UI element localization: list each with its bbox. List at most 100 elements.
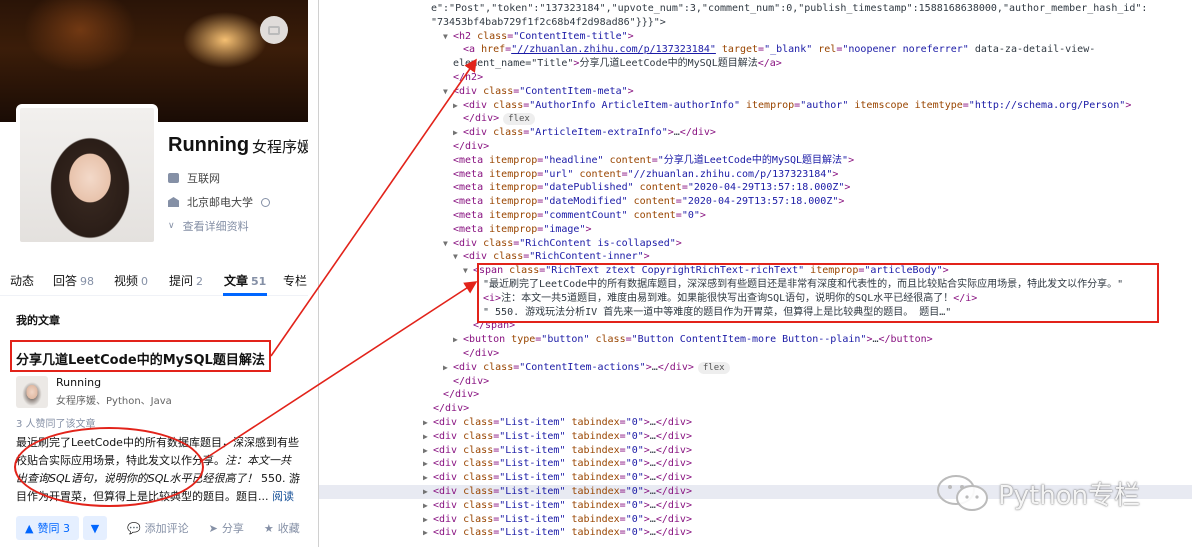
expand-right-icon[interactable]: ▶ — [423, 526, 433, 540]
upvote-button[interactable]: ▲ 赞同 3 — [16, 516, 79, 540]
read-more-link[interactable]: 阅读 — [272, 490, 294, 503]
camera-icon[interactable] — [260, 16, 288, 44]
school-icon — [168, 197, 179, 207]
dom-node-line[interactable]: <meta itemprop="headline" content="分享几道L… — [319, 154, 1192, 168]
upvote-label: 赞同 3 — [37, 522, 70, 535]
industry-label: 互联网 — [187, 172, 220, 185]
tab-label: 文章 — [224, 274, 249, 288]
industry-line: 互联网 — [168, 170, 220, 186]
expand-right-icon[interactable]: ▶ — [423, 471, 433, 485]
expand-right-icon[interactable]: ▶ — [423, 513, 433, 527]
expand-right-icon[interactable]: ▶ — [423, 485, 433, 499]
profile-name: Running — [168, 134, 250, 156]
expand-right-icon[interactable]: ▶ — [423, 457, 433, 471]
share-label: 分享 — [221, 522, 244, 535]
expand-down-icon[interactable]: ▼ — [443, 30, 453, 44]
share-icon: ➤ — [208, 521, 218, 535]
excerpt-text: 550. 游 — [257, 472, 301, 485]
expand-right-icon[interactable]: ▶ — [453, 333, 463, 347]
share-button[interactable]: ➤ 分享 — [209, 520, 244, 536]
female-icon — [261, 197, 270, 207]
expand-down-icon[interactable]: ▼ — [443, 237, 453, 251]
expand-right-icon[interactable]: ▶ — [423, 499, 433, 513]
devtools-elements-panel: e":"Post","token":"137323184","upvote_nu… — [318, 0, 1192, 547]
expand-right-icon[interactable]: ▶ — [423, 430, 433, 444]
expand-right-icon[interactable]: ▶ — [423, 444, 433, 458]
comment-button[interactable]: 💬 添加评论 — [127, 520, 189, 536]
expand-right-icon[interactable]: ▶ — [453, 126, 463, 140]
dom-node-line[interactable]: ▼ <h2 class="ContentItem-title"> — [319, 30, 1192, 44]
watermark-text: Python专栏 — [998, 480, 1141, 511]
dom-node-line[interactable]: ▼ <div class="ContentItem-meta"> — [319, 85, 1192, 99]
dom-node-line[interactable]: <meta itemprop="url" content="//zhuanlan… — [319, 168, 1192, 182]
profile-tabs: 动态 回答 98 视频 0 提问 2 文章 51 专栏 — [0, 262, 308, 296]
flex-badge[interactable]: flex — [503, 113, 535, 126]
author-name[interactable]: Running — [56, 376, 101, 389]
dom-node-line[interactable]: "73453bf4bab729f1f2c68b4f2d98ad86"}}}"> — [319, 16, 1192, 30]
dom-node-line[interactable]: <meta itemprop="image"> — [319, 223, 1192, 237]
dom-node-line[interactable]: </div> — [319, 375, 1192, 389]
active-tab-indicator — [223, 293, 267, 296]
tab-videos[interactable]: 视频 0 — [114, 272, 148, 289]
education-line: 北京邮电大学 — [168, 194, 270, 210]
view-detail-link[interactable]: ∨ 查看详细资料 — [168, 218, 249, 234]
dom-node-line[interactable]: </div> — [319, 402, 1192, 416]
watermark: Python专栏 — [936, 474, 1140, 512]
dom-node-line[interactable]: </div> flex — [319, 112, 1192, 126]
expand-right-icon[interactable]: ▶ — [453, 99, 463, 113]
dom-node-line[interactable]: element_name="Title">分享几道LeetCode中的MySQL… — [319, 57, 1192, 71]
dom-node-line[interactable]: ▶ <div class="AuthorInfo ArticleItem-auth… — [319, 99, 1192, 113]
tab-label: 动态 — [10, 274, 35, 288]
tab-articles[interactable]: 文章 51 — [224, 272, 266, 289]
dom-node-line[interactable]: e":"Post","token":"137323184","upvote_nu… — [319, 2, 1192, 16]
expand-right-icon[interactable]: ▶ — [443, 361, 453, 375]
dom-node-line[interactable]: <meta itemprop="datePublished" content="… — [319, 181, 1192, 195]
dom-node-line[interactable]: </div> — [319, 347, 1192, 361]
article-title-link[interactable]: 分享几道LeetCode中的MySQL题目解法 — [16, 349, 265, 368]
author-avatar[interactable] — [16, 376, 48, 408]
author-headline: 女程序媛、Python、Java — [56, 396, 172, 407]
school-label: 北京邮电大学 — [187, 196, 253, 209]
profile-headline: 女程序媛 — [252, 138, 308, 156]
wechat-icon — [937, 475, 988, 511]
dom-node-line[interactable]: ▶ <div class="ContentItem-actions">…</div… — [319, 361, 1192, 375]
comment-label: 添加评论 — [144, 522, 189, 535]
tab-columns[interactable]: 专栏 — [283, 272, 307, 289]
profile-panel: Running 女程序媛 互联网 北京邮电大学 ∨ 查看详细资料 动态 回答 98… — [0, 0, 308, 547]
expand-down-icon[interactable]: ▼ — [453, 250, 463, 264]
dom-node-line[interactable]: </div> — [319, 140, 1192, 154]
tab-count: 51 — [251, 275, 267, 288]
dom-node-line[interactable]: </div> — [319, 388, 1192, 402]
expand-down-icon[interactable]: ▼ — [463, 264, 473, 278]
dom-node-line[interactable]: <meta itemprop="commentCount" content="0… — [319, 209, 1192, 223]
comment-icon: 💬 — [126, 521, 141, 535]
dom-node-line[interactable]: ▶ <div class="List-item" tabindex="0">…</… — [319, 444, 1192, 458]
tab-answers[interactable]: 回答 98 — [53, 272, 94, 289]
downvote-button[interactable]: ▼ — [82, 516, 107, 540]
tab-count: 0 — [141, 275, 149, 288]
dom-node-line[interactable]: ▶ <button type="button" class="Button Con… — [319, 333, 1192, 347]
dom-node-line[interactable]: ▶ <div class="List-item" tabindex="0">…</… — [319, 513, 1192, 527]
dom-node-line[interactable]: ▶ <div class="List-item" tabindex="0">…</… — [319, 430, 1192, 444]
tab-label: 视频 — [114, 274, 139, 288]
dom-node-line[interactable]: ▼ <div class="RichContent is-collapsed"> — [319, 237, 1192, 251]
article-actions: ▲ 赞同 3 ▼ 💬 添加评论 ➤ 分享 ★ 收藏 — [16, 516, 300, 540]
dom-node-line[interactable]: ▶ <div class="List-item" tabindex="0">…</… — [319, 416, 1192, 430]
dom-node-line[interactable]: ▶ <div class="List-item" tabindex="0">…</… — [319, 526, 1192, 540]
collect-button[interactable]: ★ 收藏 — [264, 520, 300, 536]
dom-node-line[interactable]: ▶ <div class="ArticleItem-extraInfo">…</d… — [319, 126, 1192, 140]
flex-badge[interactable]: flex — [697, 361, 730, 374]
briefcase-icon — [168, 173, 179, 183]
triangle-down-icon: ▼ — [90, 521, 100, 535]
star-icon: ★ — [263, 521, 274, 535]
dom-node-line[interactable]: <meta itemprop="dateModified" content="2… — [319, 195, 1192, 209]
dom-node-line[interactable]: ▶ <div class="List-item" tabindex="0">…</… — [319, 457, 1192, 471]
expand-down-icon[interactable]: ▼ — [443, 85, 453, 99]
chevron-down-icon: ∨ — [168, 221, 175, 231]
tab-activity[interactable]: 动态 — [10, 272, 34, 289]
dom-node-line[interactable]: <a href="//zhuanlan.zhihu.com/p/13732318… — [319, 43, 1192, 57]
expand-right-icon[interactable]: ▶ — [423, 416, 433, 430]
tab-questions[interactable]: 提问 2 — [169, 272, 203, 289]
avatar[interactable] — [16, 104, 158, 246]
dom-node-line[interactable]: </h2> — [319, 71, 1192, 85]
